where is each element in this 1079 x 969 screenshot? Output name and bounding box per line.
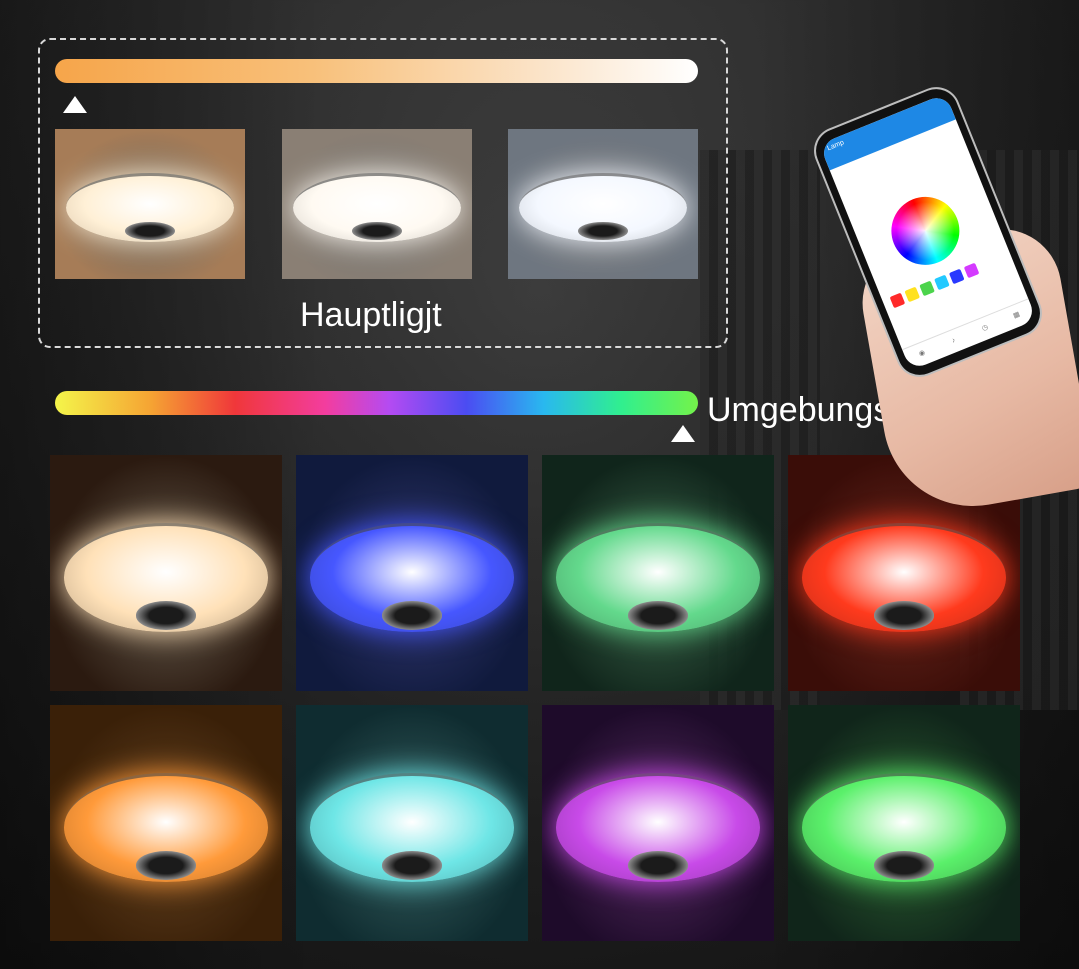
speaker-icon [352, 222, 402, 240]
speaker-icon [578, 222, 628, 240]
speaker-icon [627, 851, 689, 880]
color-swatches [889, 262, 980, 309]
color-wheel-icon[interactable] [881, 186, 970, 276]
color-swatch[interactable] [904, 286, 921, 303]
ambient-tile-cyan [296, 705, 528, 941]
color-swatch[interactable] [934, 274, 950, 291]
main-tile-neutral [282, 129, 472, 279]
speaker-icon [873, 601, 935, 630]
speaker-icon [135, 851, 197, 880]
ambient-color-bar[interactable] [55, 391, 698, 415]
main-light-label: Hauptligjt [300, 296, 442, 334]
color-swatch[interactable] [963, 262, 980, 279]
ambient-slider-marker[interactable] [671, 425, 695, 442]
main-tile-cool [508, 129, 698, 279]
app-header: Lamp [819, 93, 956, 171]
main-light-slider-marker[interactable] [63, 96, 87, 113]
ambient-tile-lime [788, 705, 1020, 941]
speaker-icon [627, 601, 689, 630]
speaker-icon [873, 851, 935, 880]
ambient-tile-warm-white [50, 455, 282, 691]
ambient-tile-blue [296, 455, 528, 691]
ambient-tile-orange [50, 705, 282, 941]
ambient-tile-purple [542, 705, 774, 941]
speaker-icon [381, 601, 443, 630]
color-swatch[interactable] [948, 268, 965, 285]
main-light-temperature-bar[interactable] [55, 59, 698, 83]
ambient-tile-green [542, 455, 774, 691]
phone-illustration: Lamp ◉ ♪ ◷ ▦ [809, 82, 1079, 521]
speaker-icon [135, 601, 197, 630]
speaker-icon [125, 222, 175, 240]
app-title: Lamp [826, 139, 846, 153]
app-screen: Lamp ◉ ♪ ◷ ▦ [819, 93, 1037, 371]
color-swatch[interactable] [919, 280, 935, 297]
main-tile-warm [55, 129, 245, 279]
tab-scenes-icon[interactable]: ▦ [997, 299, 1037, 332]
speaker-icon [381, 851, 443, 880]
color-swatch[interactable] [889, 292, 906, 309]
